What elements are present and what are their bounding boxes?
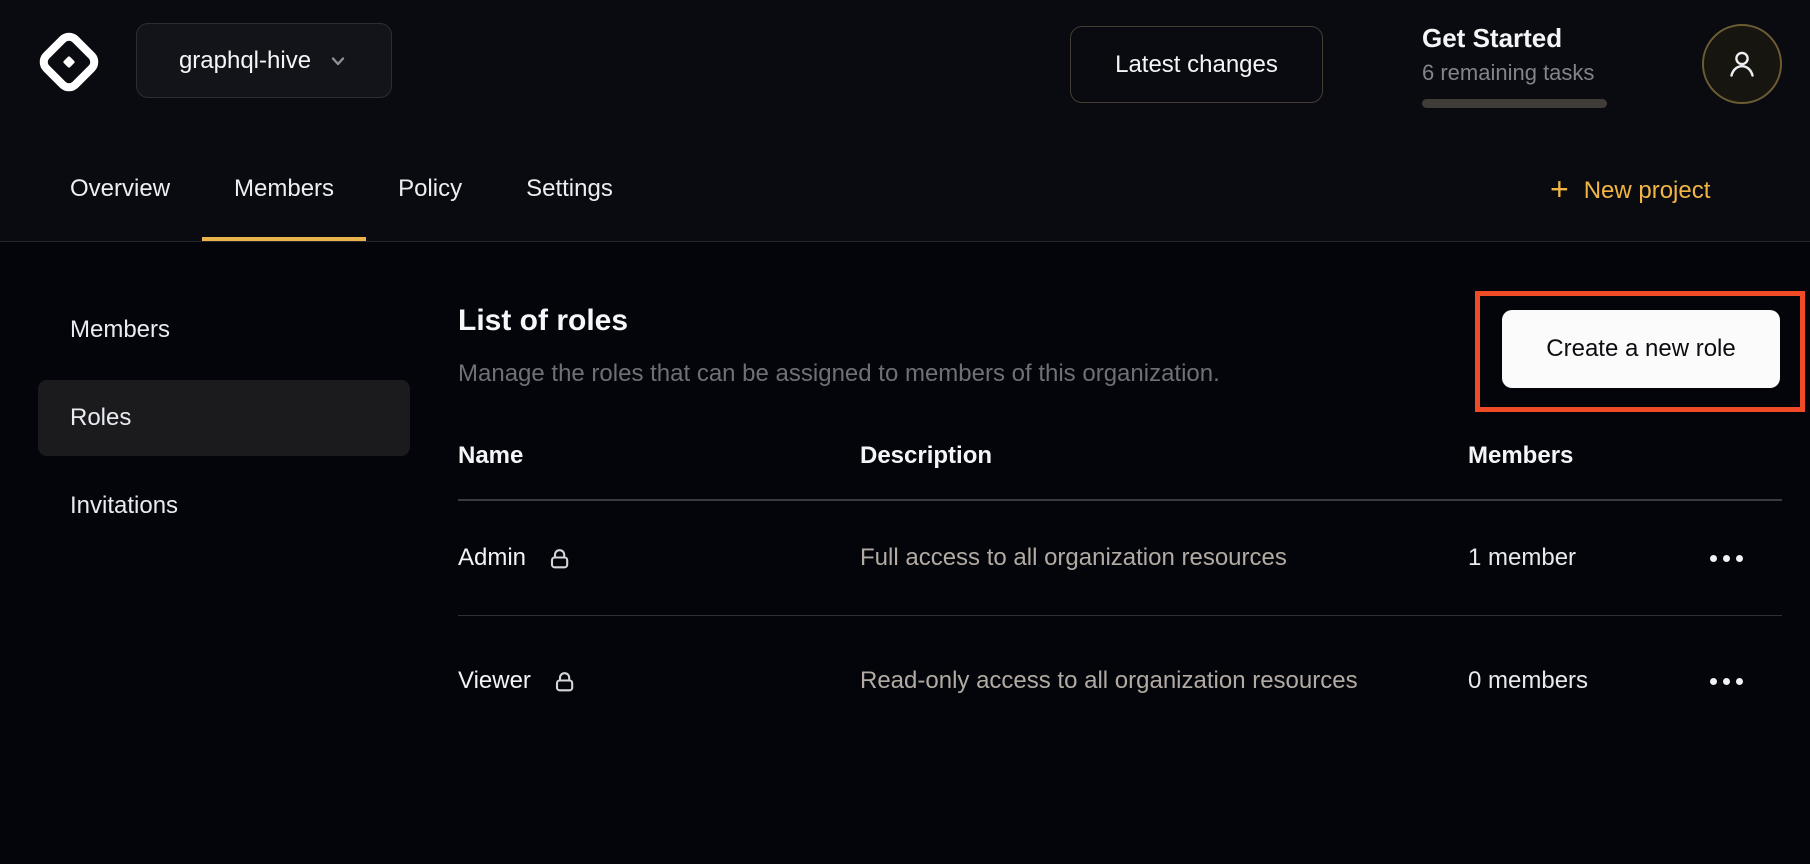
get-started-widget[interactable]: Get Started 6 remaining tasks (1422, 22, 1622, 108)
organization-name: graphql-hive (179, 47, 311, 75)
sidebar-item-members[interactable]: Members (38, 292, 410, 368)
latest-changes-button[interactable]: Latest changes (1070, 26, 1323, 103)
role-member-count: 0 members (1468, 667, 1708, 695)
org-tab-bar: Overview Members Policy Settings + New p… (0, 140, 1810, 242)
roles-table: Name Description Members Admin Full acce… (458, 442, 1782, 746)
table-row-admin: Admin Full access to all organization re… (458, 501, 1782, 616)
tab-settings[interactable]: Settings (494, 140, 645, 241)
role-description: Read-only access to all organization res… (860, 660, 1360, 702)
tab-policy[interactable]: Policy (366, 140, 494, 241)
new-project-button[interactable]: + New project (1550, 140, 1710, 241)
top-bar: graphql-hive Latest changes Get Started … (0, 0, 1810, 140)
create-new-role-button[interactable]: Create a new role (1502, 310, 1780, 388)
tab-members[interactable]: Members (202, 140, 366, 241)
tab-overview[interactable]: Overview (38, 140, 202, 241)
get-started-progress-bar (1422, 99, 1607, 108)
chevron-down-icon (327, 50, 349, 72)
table-row-viewer: Viewer Read-only access to all organizat… (458, 616, 1782, 746)
members-sidebar: Members Roles Invitations (38, 292, 410, 556)
role-member-count: 1 member (1468, 544, 1708, 572)
plus-icon: + (1550, 173, 1569, 205)
sidebar-item-roles[interactable]: Roles (38, 380, 410, 456)
column-header-name: Name (458, 442, 860, 470)
role-description: Full access to all organization resource… (860, 537, 1360, 579)
new-project-label: New project (1584, 177, 1711, 205)
person-icon (1723, 45, 1761, 83)
organization-selector[interactable]: graphql-hive (136, 23, 392, 98)
hive-logo-icon[interactable] (36, 29, 102, 95)
row-actions-menu-button[interactable] (1708, 549, 1745, 568)
column-header-description: Description (860, 442, 1468, 470)
get-started-title: Get Started (1422, 22, 1622, 54)
user-avatar[interactable] (1702, 24, 1782, 104)
lock-icon (551, 668, 578, 695)
get-started-remaining-tasks: 6 remaining tasks (1422, 60, 1622, 86)
role-name: Viewer (458, 667, 531, 695)
column-header-members: Members (1468, 442, 1708, 470)
roles-table-header: Name Description Members (458, 442, 1782, 501)
sidebar-item-invitations[interactable]: Invitations (38, 468, 410, 544)
role-name: Admin (458, 544, 526, 572)
row-actions-menu-button[interactable] (1708, 672, 1745, 691)
lock-icon (546, 545, 573, 572)
